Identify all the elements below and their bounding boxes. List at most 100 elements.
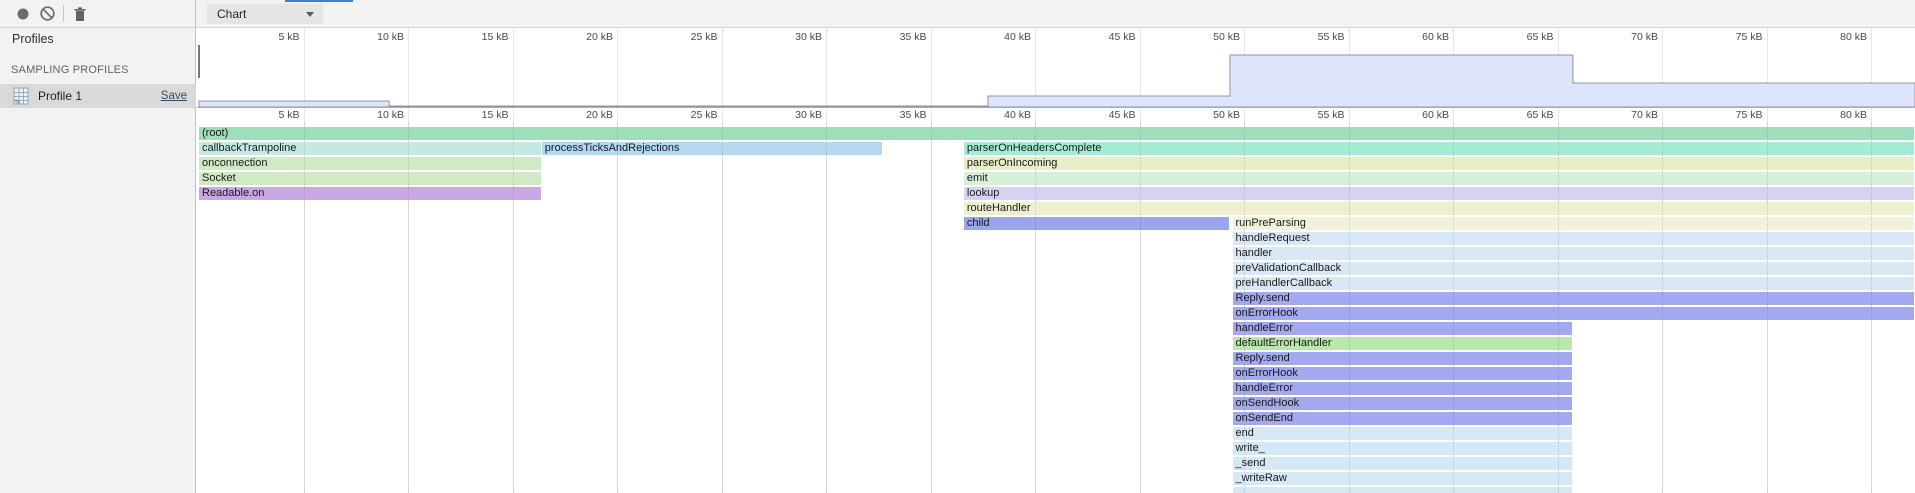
flame-bar[interactable]: _send: [1233, 457, 1573, 470]
flame-gridline-dotted: [1035, 123, 1036, 493]
flame-bar[interactable]: onErrorHook: [1233, 367, 1573, 380]
flame-gridline-dotted: [1558, 123, 1559, 493]
profiles-toolbar: [0, 0, 195, 28]
flame-bar[interactable]: parserOnHeadersComplete: [964, 142, 1914, 155]
flame-bar[interactable]: lookup: [964, 187, 1914, 200]
memory-overview-chart[interactable]: [196, 45, 1915, 108]
ruler-tick-label: 80 kB: [1797, 109, 1867, 121]
overview-ruler: 5 kB10 kB15 kB20 kB25 kB30 kB35 kB40 kB4…: [196, 28, 1915, 45]
ruler-tick-label: 25 kB: [648, 109, 718, 121]
flame-gridline-dotted: [1453, 123, 1454, 493]
ruler-tick-label: 35 kB: [857, 31, 927, 43]
ruler-tick-label: 5 kB: [230, 109, 300, 121]
flame-bar[interactable]: [1233, 487, 1573, 493]
ruler-tick-label: 45 kB: [1066, 31, 1136, 43]
flame-bar[interactable]: preHandlerCallback: [1233, 277, 1915, 290]
flame-bar[interactable]: (root): [199, 127, 1914, 140]
ruler-tick-label: 35 kB: [857, 109, 927, 121]
flame-bar[interactable]: handler: [1233, 247, 1915, 260]
ruler-tick-label: 20 kB: [543, 31, 613, 43]
ruler-tick-label: 60 kB: [1379, 31, 1449, 43]
flame-gridline-dotted: [931, 123, 932, 493]
flame-bar[interactable]: _writeRaw: [1233, 472, 1573, 485]
flame-gridline-dotted: [617, 123, 618, 493]
ruler-tick-label: 60 kB: [1379, 109, 1449, 121]
flame-gridline-dotted: [1871, 123, 1872, 493]
flame-bar[interactable]: child: [964, 217, 1229, 230]
ruler-tick-label: 50 kB: [1170, 31, 1240, 43]
view-mode-select[interactable]: Chart: [207, 4, 323, 24]
svg-text:%: %: [15, 99, 20, 105]
flame-bar[interactable]: Socket: [199, 172, 541, 185]
ruler-tick-label: 30 kB: [752, 109, 822, 121]
ruler-tick-label: 70 kB: [1588, 31, 1658, 43]
overview-drag-handle[interactable]: [198, 45, 200, 78]
block-icon: [39, 5, 56, 22]
ruler-tick-label: 75 kB: [1693, 31, 1763, 43]
record-button[interactable]: [11, 2, 35, 26]
flame-chart-panel: 5 kB 10 kB 15 kB 20 kB 25 kB 30 kB 35 kB 40 kB 4…: [196, 28, 1915, 493]
flame-ruler: 5 kB10 kB15 kB20 kB25 kB30 kB35 kB40 kB4…: [196, 108, 1915, 123]
flame-bar[interactable]: write_: [1233, 442, 1573, 455]
flame-bar[interactable]: Reply.send: [1233, 352, 1573, 365]
flame-bar[interactable]: preValidationCallback: [1233, 262, 1915, 275]
flame-gridline-dotted: [513, 123, 514, 493]
ruler-tick-label: 30 kB: [752, 31, 822, 43]
flame-bar[interactable]: onSendEnd: [1233, 412, 1573, 425]
ruler-tick-label: 65 kB: [1484, 31, 1554, 43]
flame-bar[interactable]: Reply.send: [1233, 292, 1915, 305]
chevron-down-icon: [306, 12, 314, 17]
flame-gridline-dotted: [1767, 123, 1768, 493]
sidebar-title: Profiles: [12, 32, 54, 46]
flame-bar[interactable]: onconnection: [199, 157, 541, 170]
ruler-tick-label: 75 kB: [1693, 109, 1763, 121]
profiler-main-panel: Chart 5 kB 10 kB 15 kB 20 kB 25 kB 30 kB 35 kB…: [196, 0, 1915, 493]
profiles-sidebar: Profiles SAMPLING PROFILES % Profile 1 S…: [0, 0, 196, 493]
sampling-profiles-heading: SAMPLING PROFILES: [11, 64, 129, 76]
toolbar-separator: [63, 5, 64, 22]
flame-bar[interactable]: emit: [964, 172, 1914, 185]
ruler-tick-label: 40 kB: [961, 109, 1031, 121]
ruler-tick-label: 20 kB: [543, 109, 613, 121]
flame-gridline-dotted: [304, 123, 305, 493]
ruler-tick-label: 40 kB: [961, 31, 1031, 43]
flame-bar[interactable]: callbackTrampoline: [199, 142, 541, 155]
ruler-tick-label: 45 kB: [1066, 109, 1136, 121]
flame-bar[interactable]: handleError: [1233, 382, 1573, 395]
flame-bar[interactable]: runPreParsing: [1233, 217, 1915, 230]
ruler-tick-label: 10 kB: [334, 31, 404, 43]
ruler-tick-label: 55 kB: [1275, 109, 1345, 121]
clear-profiles-button[interactable]: [35, 2, 59, 26]
active-tab-indicator: [285, 0, 353, 2]
flame-bar[interactable]: processTicksAndRejections: [542, 142, 883, 155]
profile-icon: %: [13, 87, 29, 105]
save-profile-link[interactable]: Save: [161, 90, 187, 102]
flame-bar[interactable]: routeHandler: [964, 202, 1914, 215]
profile-name: Profile 1: [38, 89, 161, 103]
ruler-tick-label: 15 kB: [439, 109, 509, 121]
sidebar-item-profile-1[interactable]: % Profile 1 Save: [0, 84, 196, 108]
trash-icon: [71, 5, 89, 23]
flame-chart[interactable]: (root) callbackTrampolineprocessTicksAndR…: [196, 123, 1915, 493]
flame-gridline-dotted: [826, 123, 827, 493]
flame-bar[interactable]: onErrorHook: [1233, 307, 1915, 320]
flame-gridline-dotted: [408, 123, 409, 493]
ruler-tick-label: 70 kB: [1588, 109, 1658, 121]
flame-bar[interactable]: Readable.on: [199, 187, 541, 200]
flame-bar[interactable]: defaultErrorHandler: [1233, 337, 1573, 350]
ruler-tick-label: 80 kB: [1797, 31, 1867, 43]
delete-profile-button[interactable]: [68, 2, 92, 26]
flame-gridline-dotted: [1349, 123, 1350, 493]
flame-bar[interactable]: handleRequest: [1233, 232, 1915, 245]
flame-bar[interactable]: parserOnIncoming: [964, 157, 1914, 170]
flame-bar[interactable]: handleError: [1233, 322, 1573, 335]
view-mode-value: Chart: [217, 7, 246, 21]
record-icon: [15, 6, 31, 22]
flame-bar[interactable]: end: [1233, 427, 1573, 440]
flame-gridline-dotted: [1662, 123, 1663, 493]
flame-gridline-dotted: [1140, 123, 1141, 493]
ruler-tick-label: 65 kB: [1484, 109, 1554, 121]
chart-toolbar: Chart: [196, 0, 1915, 28]
ruler-tick-label: 25 kB: [648, 31, 718, 43]
flame-bar[interactable]: onSendHook: [1233, 397, 1573, 410]
